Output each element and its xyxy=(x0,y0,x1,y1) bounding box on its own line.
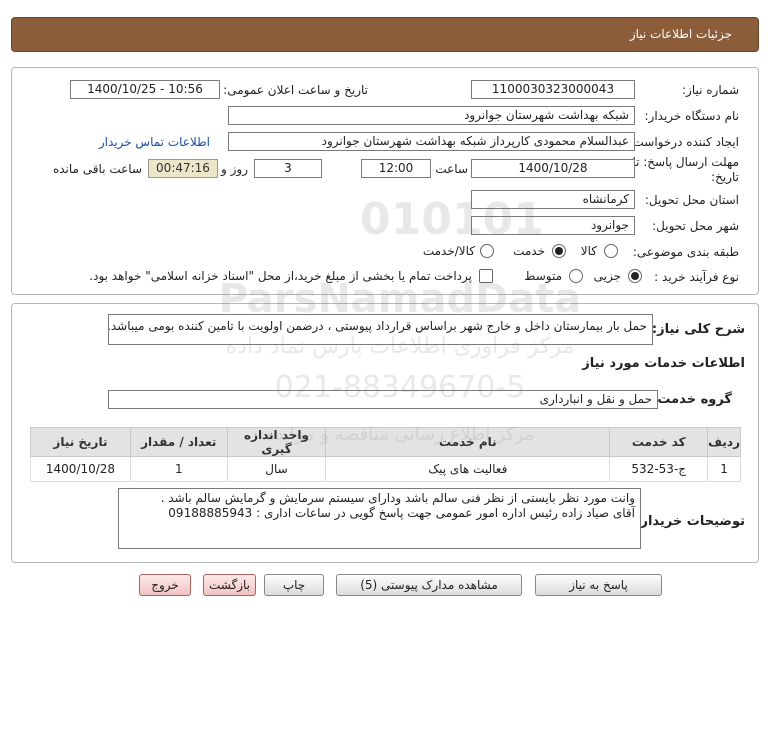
city-label: شهر محل تحویل: xyxy=(652,219,739,233)
col-row-number: ردیف xyxy=(707,427,741,457)
deadline-label-date: تاریخ: xyxy=(711,170,739,184)
buyer-org-field: شبکه بهداشت شهرستان جوانرود xyxy=(228,106,635,125)
creator-label: ایجاد کننده درخواست: xyxy=(628,135,739,149)
days-remaining-field: 3 xyxy=(254,159,322,178)
remaining-label: ساعت باقی مانده xyxy=(52,162,142,176)
category-radio-service[interactable] xyxy=(552,244,566,258)
buyer-notes-label: توضیحات خریدار: xyxy=(635,514,745,529)
announce-date-field: 1400/10/25 - 10:56 xyxy=(70,80,220,99)
treasury-payment-note: پرداخت تمام یا بخشی از مبلغ خرید،از محل … xyxy=(89,269,472,283)
service-group-label: گروه خدمت: xyxy=(652,392,732,407)
cell-service-name: فعالیت های پیک xyxy=(325,456,611,482)
treasury-payment-checkbox[interactable] xyxy=(479,269,493,283)
need-number-label: شماره نیاز: xyxy=(682,83,739,97)
service-group-field: حمل و نقل و انبارداری xyxy=(108,390,658,409)
buyer-org-label: نام دستگاه خریدار: xyxy=(644,109,740,123)
deadline-time-label: ساعت xyxy=(435,162,468,176)
buyer-contact-link[interactable]: اطلاعات تماس خریدار xyxy=(99,135,210,149)
print-button[interactable]: چاپ xyxy=(264,574,324,596)
process-label: نوع فرآیند خرید : xyxy=(654,270,739,284)
services-table-header: ردیف کد خدمت نام خدمت واحد اندازه گیری ت… xyxy=(30,427,741,457)
exit-button[interactable]: خروج xyxy=(139,574,191,596)
category-option-goods: کالا xyxy=(580,244,597,258)
services-section-title: اطلاعات خدمات مورد نیاز xyxy=(582,356,745,371)
process-radio-medium[interactable] xyxy=(569,269,583,283)
col-service-code: کد خدمت xyxy=(609,427,709,457)
back-button[interactable]: بازگشت xyxy=(203,574,256,596)
need-number-field: 1100030323000043 xyxy=(471,80,635,99)
view-attachments-button[interactable]: مشاهده مدارک پیوستی (5) xyxy=(336,574,522,596)
deadline-time-field: 12:00 xyxy=(361,159,431,178)
province-field: کرمانشاه xyxy=(471,190,635,209)
announce-date-label: تاریخ و ساعت اعلان عمومی: xyxy=(223,83,368,97)
need-info-panel xyxy=(11,67,759,295)
description-field: حمل بار بیمارستان داخل و خارج شهر براساس… xyxy=(108,314,653,345)
table-row: 1 ج-53-532 فعالیت های پیک سال 1 1400/10/… xyxy=(30,456,741,482)
buyer-notes-line1: وانت مورد نظر بایستی از نظر فنی سالم باش… xyxy=(160,491,635,505)
services-table: ردیف کد خدمت نام خدمت واحد اندازه گیری ت… xyxy=(30,427,741,482)
deadline-label: مهلت ارسال پاسخ: تا xyxy=(632,155,739,169)
process-option-medium: متوسط xyxy=(524,269,562,283)
category-option-service: خدمت xyxy=(513,244,545,258)
buyer-notes-line2: آقای صیاد زاده رئیس اداره امور عمومی جهت… xyxy=(168,506,635,520)
days-label: روز و xyxy=(221,162,248,176)
cell-unit: سال xyxy=(226,456,327,482)
category-option-goods-service: کالا/خدمت xyxy=(422,244,475,258)
reply-button[interactable]: پاسخ به نیاز xyxy=(535,574,662,596)
description-label: شرح کلی نیاز: xyxy=(651,322,745,337)
col-quantity: تعداد / مقدار xyxy=(129,427,228,457)
page-header: جزئیات اطلاعات نیاز xyxy=(11,17,759,52)
remaining-timer: 00:47:16 xyxy=(148,159,218,178)
cell-service-code: ج-53-532 xyxy=(609,456,709,482)
buyer-notes-field: وانت مورد نظر بایستی از نظر فنی سالم باش… xyxy=(118,488,641,549)
category-label: طبقه بندی موضوعی: xyxy=(632,245,739,259)
category-radio-goods-service[interactable] xyxy=(480,244,494,258)
cell-need-date: 1400/10/28 xyxy=(30,456,131,482)
deadline-date-field: 1400/10/28 xyxy=(471,159,635,178)
city-field: جوانرود xyxy=(471,216,635,235)
cell-row-number: 1 xyxy=(707,456,741,482)
col-unit: واحد اندازه گیری xyxy=(226,427,327,457)
category-radio-goods[interactable] xyxy=(604,244,618,258)
creator-field: عبدالسلام محمودی کارپرداز شبکه بهداشت شه… xyxy=(228,132,635,151)
page-title: جزئیات اطلاعات نیاز xyxy=(629,27,732,41)
col-service-name: نام خدمت xyxy=(325,427,611,457)
col-need-date: تاریخ نیاز xyxy=(30,427,131,457)
cell-quantity: 1 xyxy=(129,456,228,482)
process-option-minor: جزیی xyxy=(593,269,621,283)
process-radio-minor[interactable] xyxy=(628,269,642,283)
province-label: استان محل تحویل: xyxy=(644,193,739,207)
